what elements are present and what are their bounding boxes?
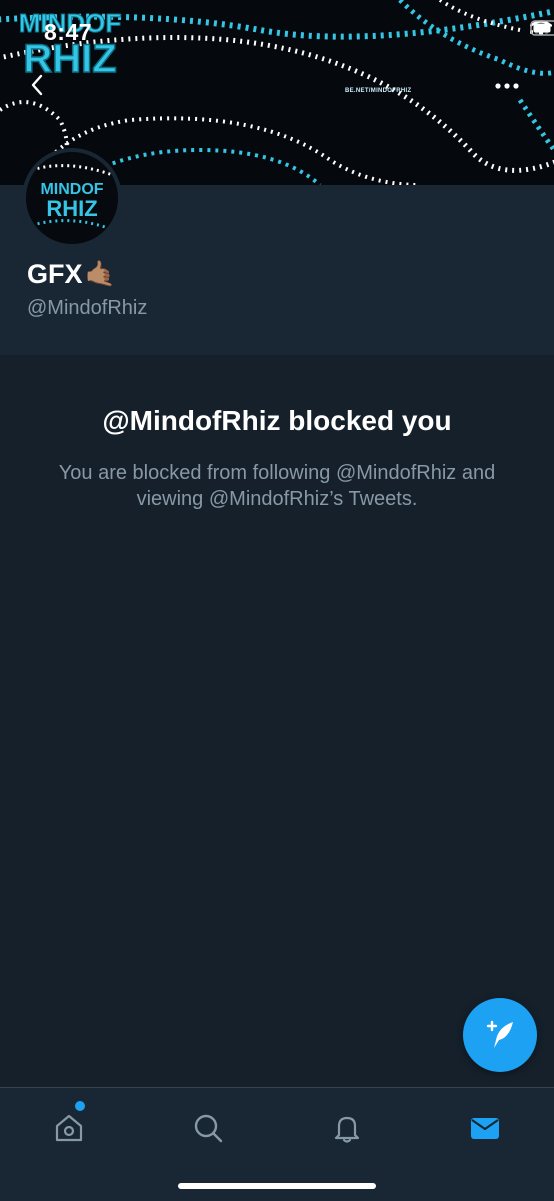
tab-messages[interactable] (463, 1106, 507, 1150)
home-indicator[interactable] (178, 1183, 376, 1189)
bell-icon (334, 1116, 360, 1143)
svg-text:RHIZ: RHIZ (46, 196, 97, 221)
chevron-left-icon (31, 74, 43, 96)
battery-icon (530, 20, 554, 36)
profile-handle: @MindofRhiz (27, 297, 148, 319)
status-bar: 8:47 (0, 0, 554, 62)
search-icon (194, 1114, 223, 1143)
avatar-image: MINDOF RHIZ (26, 152, 118, 244)
tab-home[interactable] (47, 1106, 91, 1150)
tab-notifications[interactable] (325, 1106, 369, 1150)
home-icon (55, 1114, 83, 1142)
blocked-description: You are blocked from following @MindofRh… (58, 462, 496, 510)
call-me-hand-emoji: 🤙🏽 (84, 260, 116, 288)
back-button[interactable] (30, 74, 66, 114)
compose-tweet-icon (486, 1020, 513, 1048)
more-options-button[interactable] (494, 82, 530, 106)
home-notification-dot (75, 1101, 85, 1111)
compose-tweet-button[interactable] (463, 998, 537, 1072)
blocked-title: @MindofRhiz blocked you (102, 405, 452, 436)
avatar[interactable]: MINDOF RHIZ (22, 148, 122, 248)
more-horizontal-icon (495, 83, 519, 89)
profile-display-name: GFX 🤙🏽 (27, 259, 116, 290)
banner-link-text: BE.NET/MINDOFRHIZ (345, 88, 412, 94)
display-name-text: GFX (27, 259, 83, 289)
tab-search[interactable] (186, 1106, 230, 1150)
mail-icon (471, 1118, 499, 1139)
status-time: 8:47 (44, 19, 93, 45)
